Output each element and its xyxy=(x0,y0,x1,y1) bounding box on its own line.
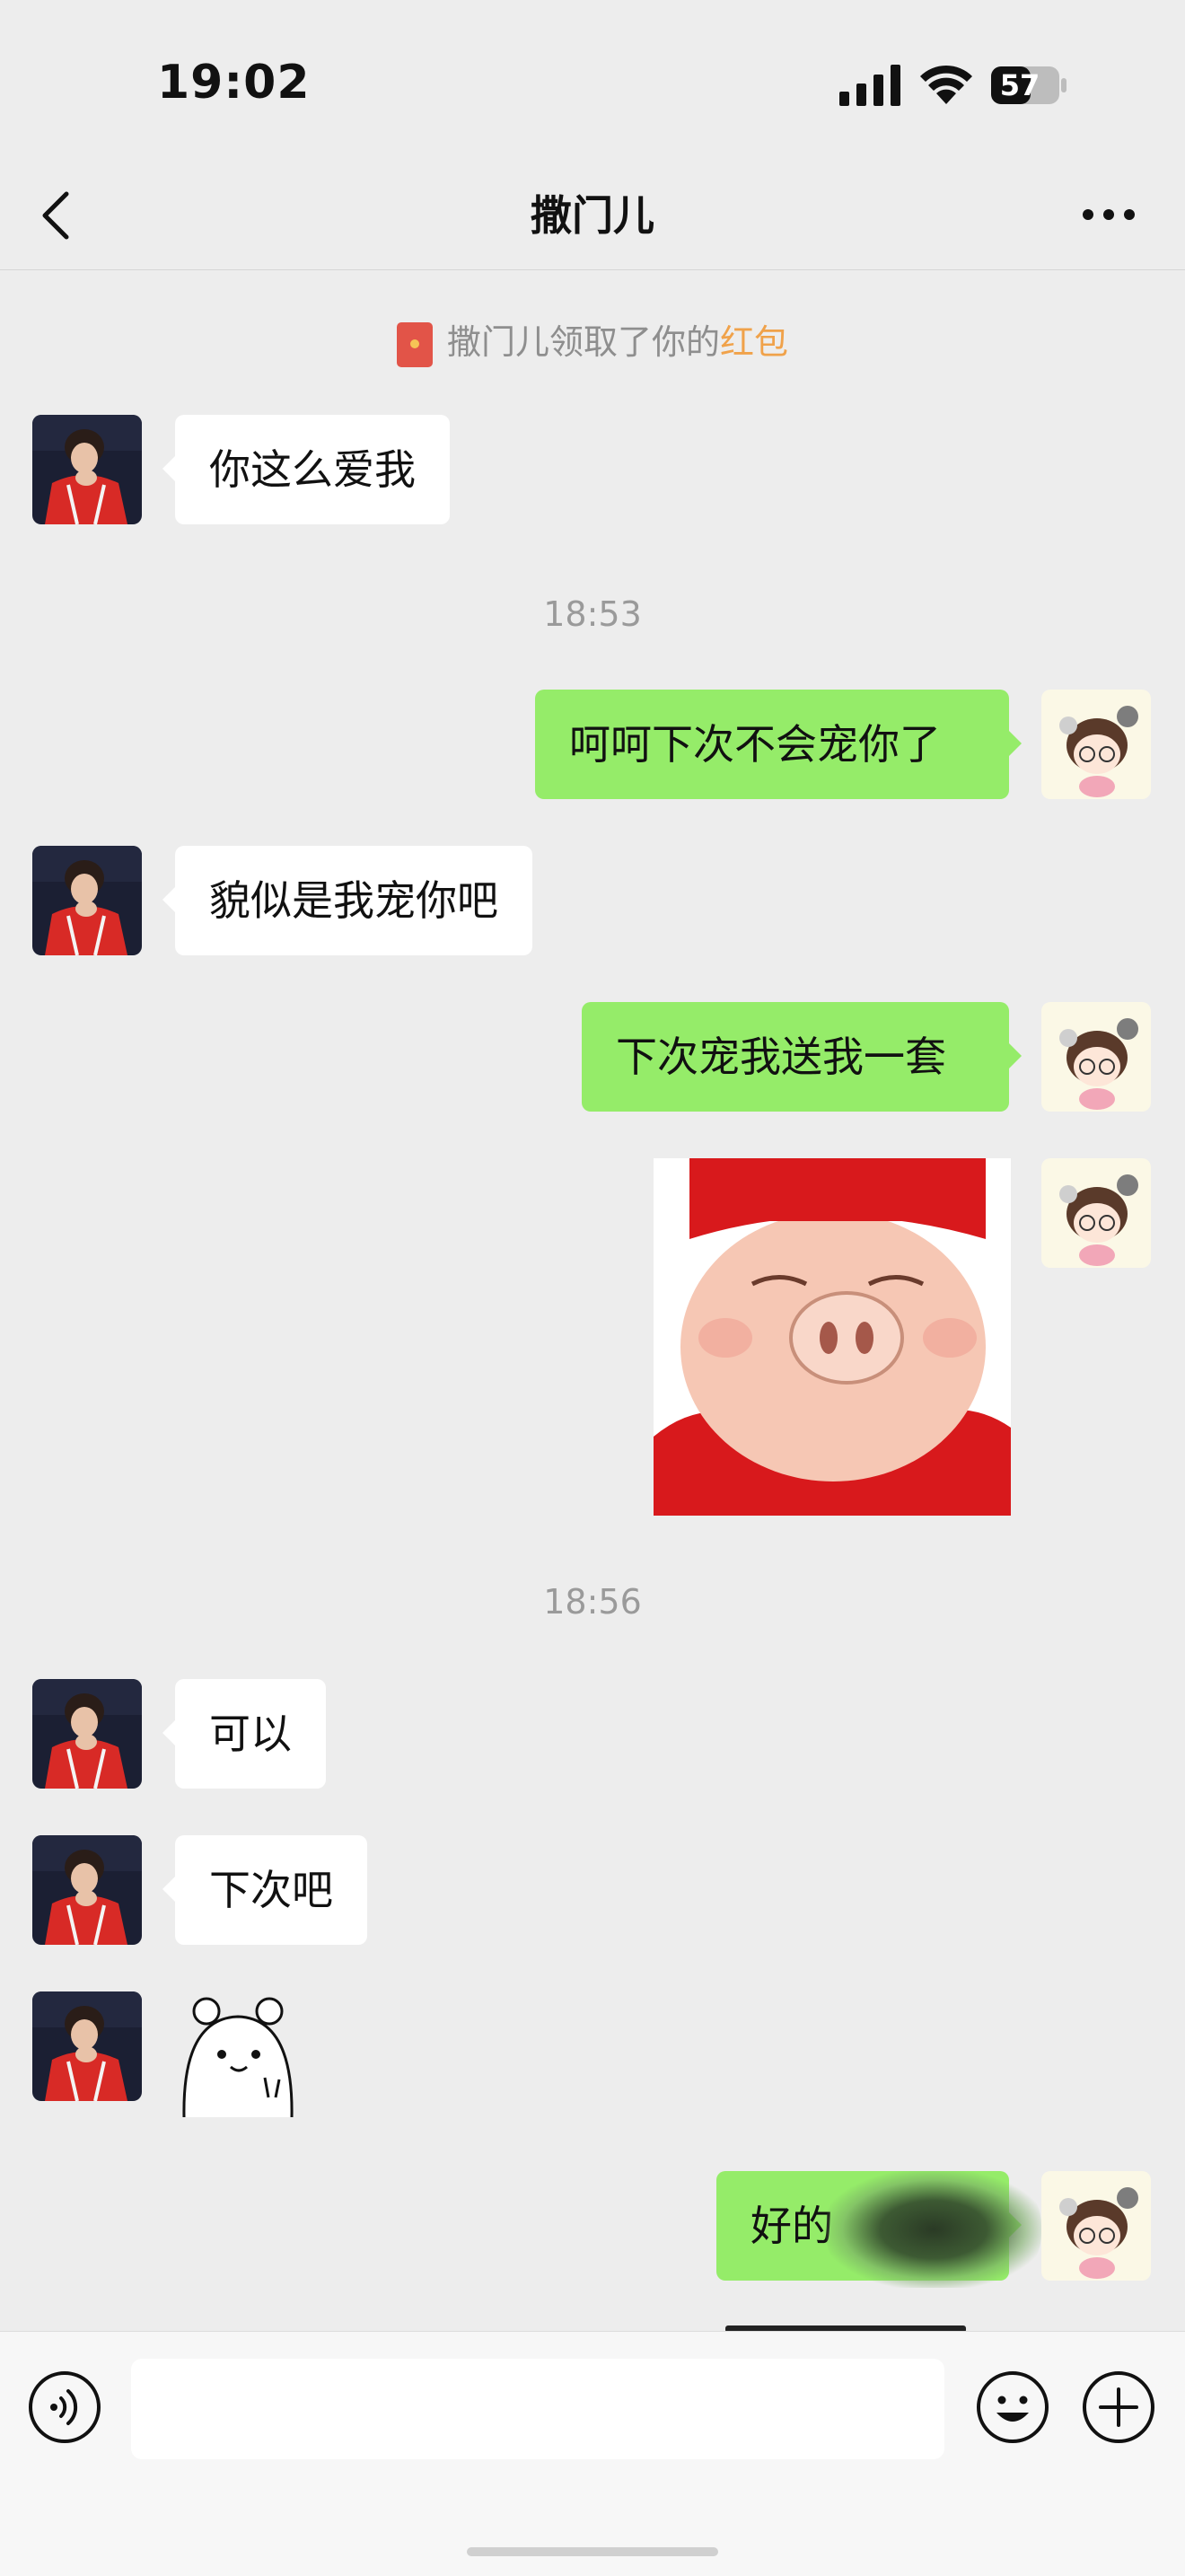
my-avatar[interactable] xyxy=(1041,2171,1151,2281)
notice-text: 撒门儿领取了你的 xyxy=(446,322,720,362)
nav-bar: 撒门儿 xyxy=(0,162,1185,270)
my-avatar[interactable] xyxy=(1041,690,1151,799)
message-bubble[interactable]: 你这么爱我 xyxy=(162,415,450,524)
contact-avatar[interactable] xyxy=(32,1679,142,1789)
input-bar xyxy=(0,2331,1185,2576)
message-bubble[interactable]: 下次宠我送我一套 xyxy=(582,1002,1022,1112)
timestamp: 18:56 xyxy=(543,1582,642,1622)
chat-title: 撒门儿 xyxy=(531,191,654,240)
my-avatar[interactable] xyxy=(1041,1158,1151,1268)
wifi-icon xyxy=(920,65,972,104)
home-indicator xyxy=(467,2547,718,2556)
more-options-icon[interactable] xyxy=(1077,201,1140,228)
contact-avatar[interactable] xyxy=(32,1835,142,1945)
contact-avatar[interactable] xyxy=(32,846,142,955)
cellular-signal-icon xyxy=(839,65,900,106)
message-bubble[interactable]: 呵呵下次不会宠你了 xyxy=(535,690,1022,799)
voice-input-icon[interactable] xyxy=(27,2369,102,2445)
message-bubble[interactable]: 下次吧 xyxy=(162,1835,367,1945)
plus-icon[interactable] xyxy=(1081,2369,1156,2445)
timestamp: 18:53 xyxy=(543,594,642,634)
message-bubble[interactable]: 貌似是我宠你吧 xyxy=(162,846,532,955)
battery-level: 57 xyxy=(999,68,1040,102)
red-packet-icon xyxy=(396,321,433,367)
red-packet-link[interactable]: 红包 xyxy=(720,322,788,362)
contact-avatar[interactable] xyxy=(32,1991,142,2101)
redaction-blur xyxy=(826,2171,1041,2288)
message-bubble[interactable]: 可以 xyxy=(162,1679,326,1789)
status-time: 19:02 xyxy=(157,56,311,110)
status-bar: 19:02 57 xyxy=(0,0,1185,162)
bear-sticker[interactable] xyxy=(175,1991,301,2118)
message-input[interactable] xyxy=(131,2359,944,2459)
pig-sticker[interactable] xyxy=(654,1158,1011,1516)
red-packet-notice: 撒门儿领取了你的红包 xyxy=(0,314,1185,367)
my-avatar[interactable] xyxy=(1041,1002,1151,1112)
emoji-icon[interactable] xyxy=(975,2369,1050,2445)
contact-avatar[interactable] xyxy=(32,415,142,524)
